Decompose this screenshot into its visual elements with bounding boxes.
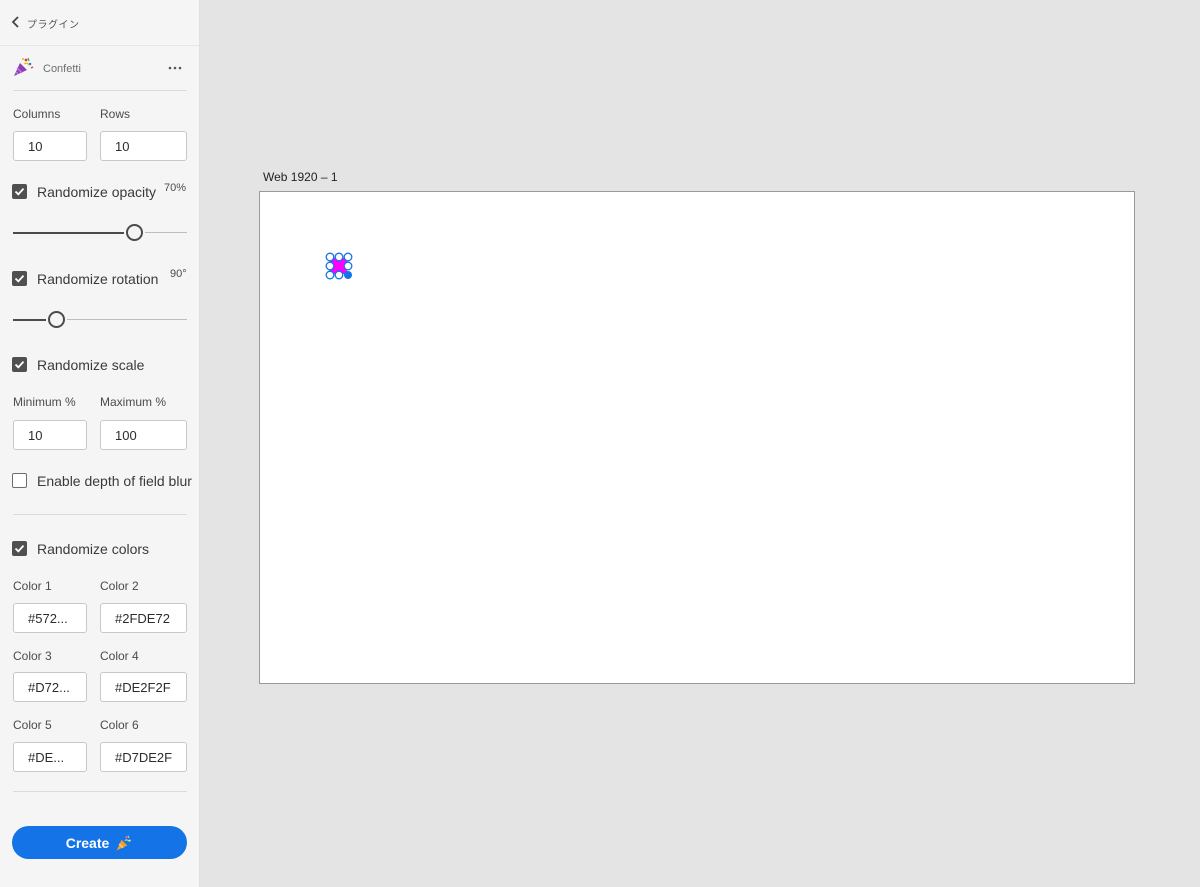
- slider-track: [145, 232, 187, 233]
- checkmark-icon: [14, 360, 25, 369]
- create-button-label: Create: [65, 834, 110, 851]
- more-options-icon[interactable]: [164, 60, 186, 76]
- maximum-input[interactable]: 100: [100, 420, 187, 450]
- minimum-input[interactable]: 10: [13, 420, 87, 450]
- color-4-label: Color 4: [100, 649, 139, 663]
- chevron-left-icon[interactable]: [11, 16, 21, 28]
- slider-track-filled: [13, 319, 46, 321]
- color-6-label: Color 6: [100, 718, 139, 732]
- opacity-checkbox[interactable]: [12, 184, 27, 199]
- color-5-label: Color 5: [13, 718, 52, 732]
- rows-input[interactable]: 10: [100, 131, 187, 161]
- minimum-label: Minimum %: [13, 395, 76, 409]
- depth-blur-checkbox[interactable]: [12, 473, 27, 488]
- color-2-input[interactable]: #2FDE72: [100, 603, 187, 633]
- colors-checkbox[interactable]: [12, 541, 27, 556]
- slider-thumb[interactable]: [126, 224, 144, 241]
- checkmark-icon: [14, 544, 25, 553]
- slider-thumb[interactable]: [48, 311, 65, 328]
- plugin-name: Confetti: [43, 63, 81, 75]
- divider: [13, 90, 187, 91]
- scale-checkbox[interactable]: [12, 357, 27, 372]
- color-4-input[interactable]: #DE2F2F: [100, 672, 187, 702]
- colors-label: Randomize colors: [37, 541, 150, 557]
- color-2-label: Color 2: [100, 579, 139, 593]
- divider: [13, 514, 187, 515]
- color-5-input[interactable]: #DE...: [13, 742, 87, 772]
- depth-blur-label: Enable depth of field blur: [37, 473, 192, 489]
- divider: [13, 791, 187, 792]
- back-nav[interactable]: プラグイン: [0, 0, 199, 46]
- slider-track-filled: [13, 232, 125, 234]
- checkmark-icon: [14, 187, 25, 196]
- color-1-label: Color 1: [13, 579, 52, 593]
- party-popper-icon: [116, 834, 132, 850]
- color-3-label: Color 3: [13, 649, 52, 663]
- rotation-checkbox[interactable]: [12, 271, 27, 286]
- slider-track: [67, 319, 187, 320]
- color-3-input[interactable]: #D72...: [13, 672, 87, 702]
- plugin-header: Confetti: [0, 46, 199, 91]
- selected-grid-object[interactable]: [324, 252, 356, 282]
- color-6-input[interactable]: #D7DE2F: [100, 742, 187, 772]
- rotation-label: Randomize rotation: [37, 271, 159, 287]
- columns-input[interactable]: 10: [13, 131, 87, 161]
- artboard-title[interactable]: Web 1920 – 1: [263, 170, 338, 184]
- columns-label: Columns: [13, 107, 61, 121]
- rotation-value: 90°: [170, 268, 187, 280]
- create-button[interactable]: Create: [12, 826, 187, 859]
- scale-label: Randomize scale: [37, 357, 145, 373]
- opacity-value: 70%: [164, 182, 187, 194]
- artboard[interactable]: [259, 191, 1135, 684]
- color-1-input[interactable]: #572...: [13, 603, 87, 633]
- party-popper-icon: [14, 57, 34, 76]
- rotation-slider[interactable]: [13, 310, 187, 330]
- plugin-panel: プラグイン Confetti Columns Rows 10 10 Random…: [0, 0, 200, 887]
- back-label[interactable]: プラグイン: [27, 16, 80, 31]
- opacity-label: Randomize opacity: [37, 184, 157, 200]
- checkmark-icon: [14, 274, 25, 283]
- rows-label: Rows: [100, 107, 131, 121]
- maximum-label: Maximum %: [100, 395, 167, 409]
- opacity-slider[interactable]: [13, 223, 187, 243]
- resize-handle[interactable]: [344, 271, 352, 279]
